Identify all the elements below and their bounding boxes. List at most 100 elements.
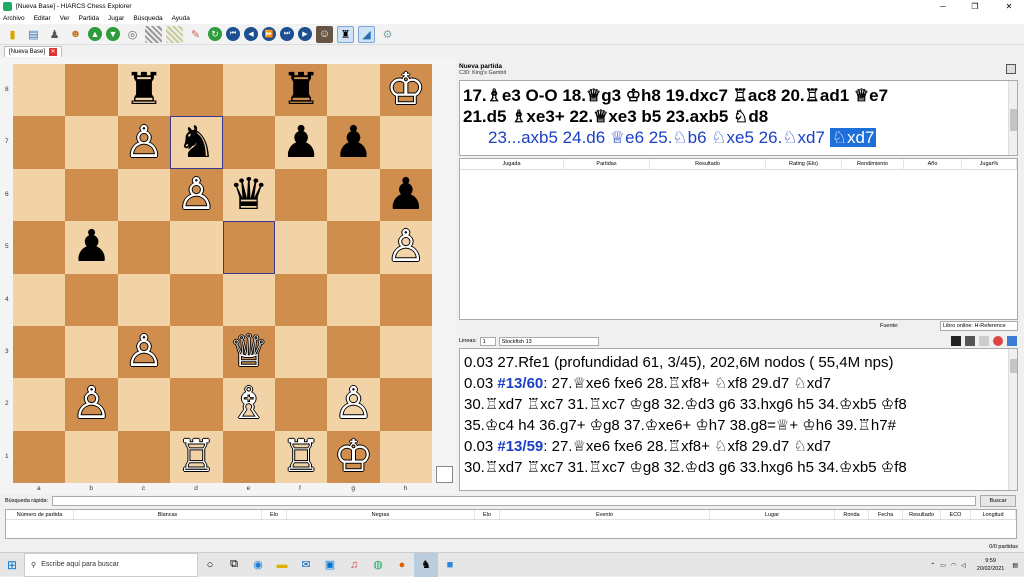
piece-f7[interactable]: ♟	[281, 120, 320, 165]
square-g8[interactable]	[327, 64, 380, 117]
square-b6[interactable]	[65, 168, 118, 222]
windows-start-icon[interactable]: ⊞	[0, 553, 24, 577]
square-d5[interactable]	[170, 221, 223, 274]
open-icon[interactable]: ▤	[25, 26, 42, 43]
menu-ayuda[interactable]: Ayuda	[172, 15, 190, 22]
clock[interactable]: 9:59 20/02/2021	[977, 557, 1005, 573]
analysis-scrollbar[interactable]	[1008, 349, 1017, 490]
notation-scrollbar[interactable]	[1008, 81, 1017, 155]
task-view-icon[interactable]: ⧉	[222, 553, 246, 577]
cortana-icon[interactable]: ○	[198, 553, 222, 577]
piece-g1[interactable]: ♔	[334, 434, 373, 479]
volume-icon[interactable]: ◁	[961, 562, 966, 569]
square-b2[interactable]: ♙	[65, 378, 118, 431]
close-window-button[interactable]: ✕	[994, 0, 1024, 13]
edge-icon[interactable]: ◉	[246, 553, 270, 577]
back-icon[interactable]: ▲	[88, 27, 102, 41]
new-icon[interactable]: ▮	[4, 26, 21, 43]
col-rating[interactable]: Rating (Elo)	[766, 159, 842, 169]
square-f3[interactable]	[274, 325, 328, 379]
explorer-icon[interactable]: ▬	[270, 553, 294, 577]
square-g6[interactable]	[327, 168, 380, 222]
analysis-line[interactable]: 30.♖xd7 ♖xc7 31.♖xc7 ♔g8 32.♔d3 g6 33.hx…	[464, 394, 1013, 415]
piece-g7[interactable]: ♟	[334, 120, 373, 165]
results-table[interactable]: Número de partida Blancas Elo Negras Elo…	[5, 509, 1017, 539]
menu-busqueda[interactable]: Búsqueda	[133, 15, 162, 22]
settings-icon[interactable]: ◎	[124, 26, 141, 43]
col-partidas[interactable]: Partidas	[564, 159, 650, 169]
player-photo-icon[interactable]: ☺	[316, 25, 333, 43]
engine-book-icon[interactable]	[979, 336, 989, 346]
maximize-button[interactable]: ❐	[960, 0, 990, 13]
taskbar-search[interactable]: ⚲ Escribe aquí para buscar	[24, 552, 198, 577]
wifi-icon[interactable]: ◠	[951, 562, 956, 569]
col-jugar[interactable]: Jugar%	[962, 159, 1017, 169]
menu-ver[interactable]: Ver	[60, 15, 70, 22]
board2-icon[interactable]	[166, 25, 183, 43]
piece-b5[interactable]: ♟	[72, 225, 111, 269]
menu-archivo[interactable]: Archivo	[3, 15, 25, 22]
menu-jugar[interactable]: Jugar	[108, 15, 124, 22]
next-icon[interactable]: ⏭	[280, 27, 294, 41]
source-select[interactable]: Libro online: H-Reference	[940, 321, 1018, 331]
piece-h6[interactable]: ♟	[386, 172, 425, 217]
square-g4[interactable]	[327, 273, 380, 326]
piece-e3[interactable]: ♕	[229, 330, 268, 374]
forward-icon[interactable]: ▼	[106, 27, 120, 41]
music-icon[interactable]: ♫	[342, 553, 366, 577]
piece-e2[interactable]: ♗	[229, 382, 268, 426]
main-line-1[interactable]: 17.♗e3 O-O 18.♕g3 ♔h8 19.dxc7 ♖ac8 20.♖a…	[463, 85, 1014, 106]
variation-text[interactable]: 23...axb5 24.d6 ♕e6 25.♘b6 ♘xe5 26.♘xd7	[488, 128, 825, 147]
col-evento[interactable]: Evento	[500, 510, 710, 519]
last-icon[interactable]: ▶	[298, 27, 312, 41]
piece-d7[interactable]: ♞	[177, 120, 216, 165]
square-d4[interactable]	[170, 273, 223, 326]
col-resultado[interactable]: Resultado	[650, 159, 766, 169]
square-h4[interactable]	[379, 273, 432, 326]
hiarcs-taskbar-icon[interactable]: ♞	[414, 552, 438, 577]
col-jugada[interactable]: Jugada	[460, 159, 564, 169]
notation-scroll-thumb[interactable]	[1010, 109, 1017, 131]
analysis-line[interactable]: 0.03 #13/59: 27.♕xe6 fxe6 28.♖xf8+ ♘xf8 …	[464, 436, 1013, 457]
col-elo-negras[interactable]: Elo	[475, 510, 500, 519]
square-a4[interactable]	[13, 273, 66, 326]
square-d8[interactable]	[170, 64, 223, 117]
square-b8[interactable]	[65, 64, 118, 117]
col-lugar[interactable]: Lugar	[710, 510, 835, 519]
square-f5[interactable]	[274, 221, 328, 274]
square-c1[interactable]	[117, 430, 171, 483]
square-a7[interactable]	[13, 116, 66, 169]
engine-toggle-icon[interactable]	[951, 336, 961, 346]
engine-piece-icon[interactable]	[965, 336, 975, 346]
piece-c7[interactable]: ♙	[124, 120, 163, 165]
square-f6[interactable]	[274, 168, 328, 222]
square-a1[interactable]	[13, 430, 66, 483]
square-f7[interactable]: ♟	[274, 116, 328, 169]
square-g5[interactable]	[327, 221, 380, 274]
col-rendimiento[interactable]: Rendimiento	[842, 159, 904, 169]
square-c8[interactable]: ♜	[117, 64, 171, 117]
engine-stop-icon[interactable]	[993, 336, 1003, 346]
col-longitud[interactable]: Longitud	[971, 510, 1016, 519]
square-e2[interactable]: ♗	[222, 378, 275, 431]
notifications-icon[interactable]: ▤	[1012, 562, 1018, 569]
lines-select[interactable]: 1	[479, 336, 496, 346]
col-negras[interactable]: Negras	[287, 510, 475, 519]
square-b1[interactable]	[65, 430, 118, 483]
square-f4[interactable]	[274, 273, 328, 326]
first-icon[interactable]: ⏮	[226, 27, 240, 41]
menu-editar[interactable]: Editar	[34, 15, 51, 22]
analysis-line[interactable]: 35.♔c4 h4 36.g7+ ♔g8 37.♔xe6+ ♔h7 38.g8=…	[464, 415, 1013, 436]
analysis-line[interactable]: 0.03 #13/60: 27.♕xe6 fxe6 28.♖xf8+ ♘xf8 …	[464, 373, 1013, 394]
col-ano[interactable]: Año	[904, 159, 962, 169]
square-d1[interactable]: ♖	[170, 430, 223, 483]
square-e3[interactable]: ♕	[222, 325, 275, 379]
edit-icon[interactable]: ✎	[187, 26, 204, 43]
square-d6[interactable]: ♙	[170, 168, 223, 222]
square-g1[interactable]: ♔	[327, 430, 380, 483]
square-a2[interactable]	[13, 378, 66, 431]
network-icon[interactable]: ▭	[940, 562, 946, 569]
square-c7[interactable]: ♙	[117, 116, 171, 169]
square-e1[interactable]	[222, 430, 275, 483]
main-line-2[interactable]: 21.d5 ♗xe3+ 22.♕xe3 b5 23.axb5 ♘d8	[463, 106, 1014, 127]
